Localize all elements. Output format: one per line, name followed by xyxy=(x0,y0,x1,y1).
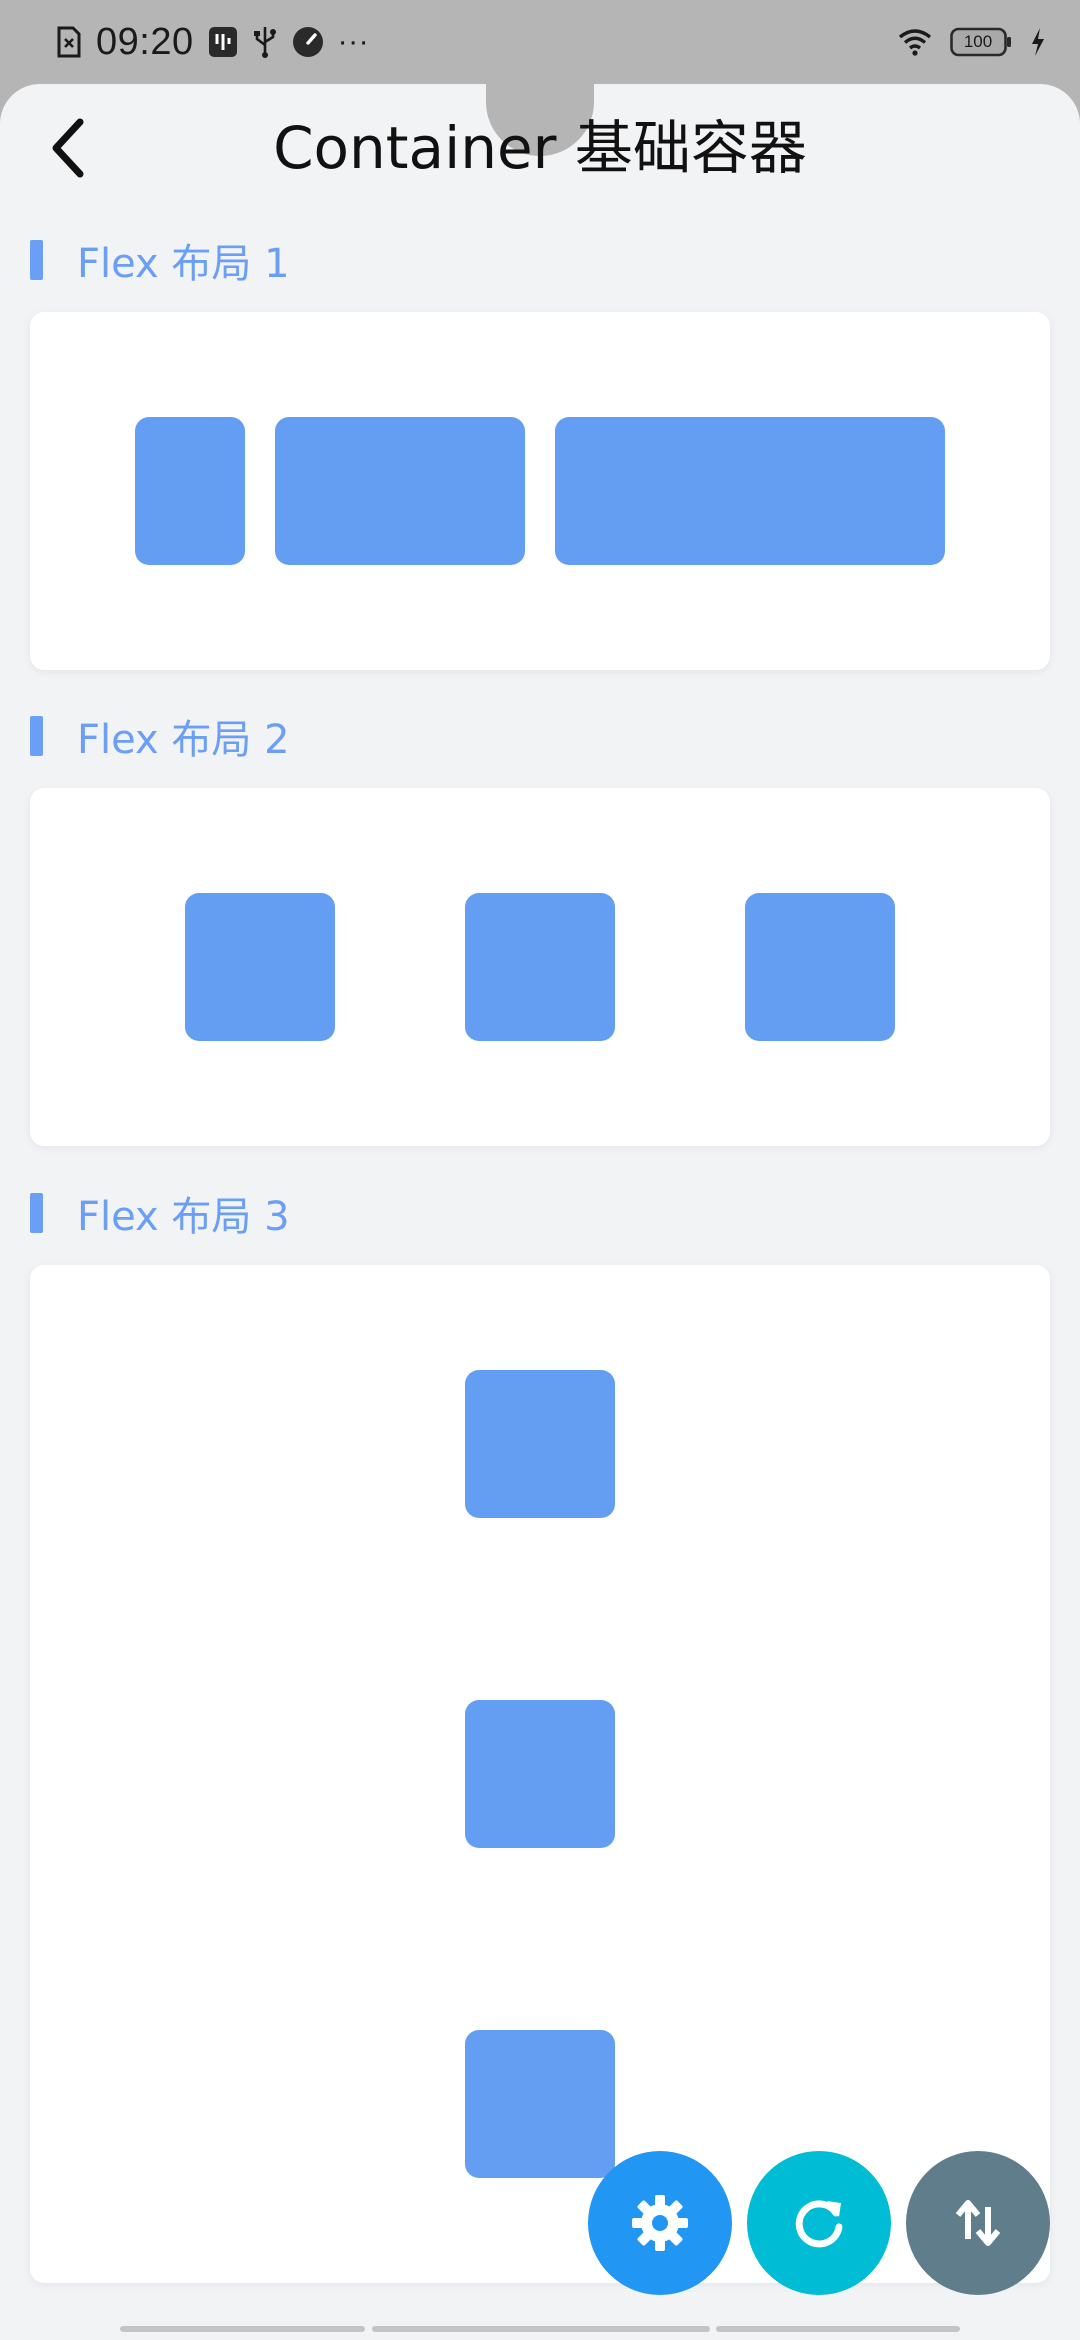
charging-icon xyxy=(1030,27,1046,57)
flex-block xyxy=(555,417,945,565)
flex-block xyxy=(135,417,245,565)
home-indicator xyxy=(716,2326,960,2332)
flex-card-1 xyxy=(30,312,1050,670)
back-button[interactable] xyxy=(36,114,100,182)
app-screen: Container 基础容器 Flex 布局 1 Flex 布局 2 Flex … xyxy=(0,84,1080,2340)
flex-block xyxy=(185,893,335,1041)
status-bar: 09:20 ··· 100 xyxy=(0,0,1080,84)
battery-level: 100 xyxy=(963,32,993,51)
status-time: 09:20 xyxy=(96,20,194,63)
more-indicator: ··· xyxy=(337,25,370,58)
flex-block xyxy=(745,893,895,1041)
flex-card-3 xyxy=(30,1265,1050,2283)
flex-block xyxy=(465,1700,615,1848)
device: 09:20 ··· 100 Container 基础容器 Flex 布局 1 F… xyxy=(0,0,1080,2340)
wifi-icon xyxy=(898,28,932,56)
section-bar xyxy=(30,1193,43,1233)
flex-block xyxy=(275,417,525,565)
page-title: Container 基础容器 xyxy=(273,114,807,182)
flex-card-2 xyxy=(30,788,1050,1146)
section-title-1: Flex 布局 1 xyxy=(30,238,290,287)
chevron-left-icon xyxy=(52,118,84,178)
battery-icon: 100 xyxy=(950,27,1012,57)
speed-icon xyxy=(292,26,324,58)
home-indicator xyxy=(120,2326,365,2332)
section-bar xyxy=(30,716,43,756)
section-bar xyxy=(30,240,43,280)
refresh-button[interactable] xyxy=(747,2151,891,2295)
status-left: 09:20 ··· xyxy=(56,18,369,66)
usb-icon xyxy=(252,25,278,59)
nav-bar: Container 基础容器 xyxy=(0,84,1080,214)
section-label: Flex 布局 3 xyxy=(77,1194,290,1240)
flex-block xyxy=(465,2030,615,2178)
section-title-3: Flex 布局 3 xyxy=(30,1191,290,1240)
section-title-2: Flex 布局 2 xyxy=(30,714,290,763)
flex-block xyxy=(465,893,615,1041)
section-label: Flex 布局 1 xyxy=(77,241,290,287)
sort-arrows-icon xyxy=(955,2200,1001,2246)
home-indicator xyxy=(372,2326,710,2332)
flex-block xyxy=(465,1370,615,1518)
refresh-icon xyxy=(795,2200,843,2248)
settings-button[interactable] xyxy=(588,2151,732,2295)
sim-icon xyxy=(56,26,82,58)
section-label: Flex 布局 2 xyxy=(77,717,290,763)
sort-button[interactable] xyxy=(906,2151,1050,2295)
usb-debug-icon xyxy=(208,26,238,58)
status-right: 100 xyxy=(898,20,1046,64)
gear-icon xyxy=(632,2195,688,2251)
